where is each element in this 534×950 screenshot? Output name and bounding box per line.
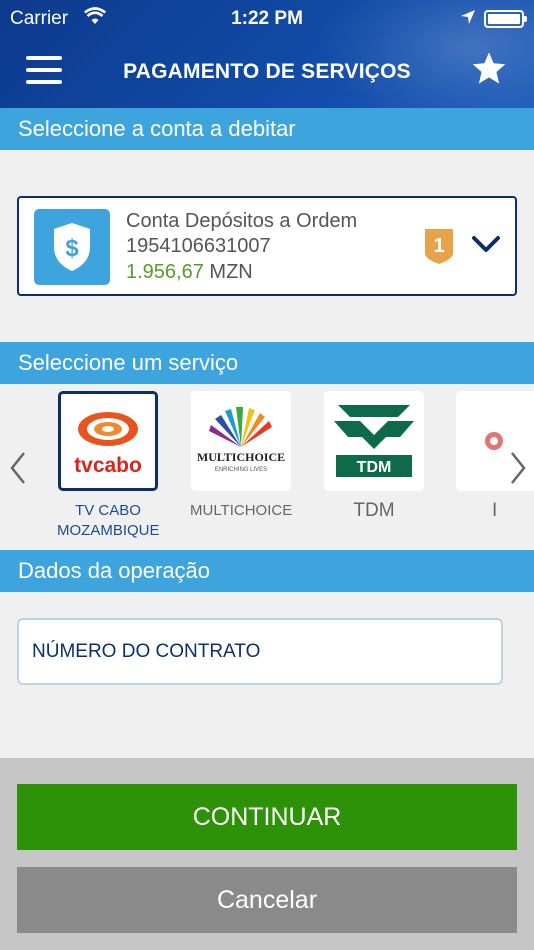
- contract-number-input[interactable]: NÚMERO DO CONTRATO: [17, 618, 503, 685]
- page-title: PAGAMENTO DE SERVIÇOS: [123, 60, 411, 83]
- battery-icon: [484, 10, 527, 28]
- chevron-left-icon: [10, 452, 25, 484]
- tvcabo-logo-text: tvcabo: [74, 454, 142, 477]
- service-label: TV CABO MOZAMBIQUE: [57, 502, 160, 539]
- service-label: TDM: [353, 500, 395, 521]
- status-time: 1:22 PM: [231, 8, 303, 29]
- status-bar: Carrier 1:22 PM: [0, 0, 534, 38]
- service-tvcabo[interactable]: tvcabo TV CABO MOZAMBIQUE: [57, 391, 160, 541]
- account-badge-value: 1: [433, 235, 444, 257]
- carousel-prev-button[interactable]: [8, 450, 28, 486]
- chevron-right-icon: [511, 452, 526, 484]
- account-selector[interactable]: $ Conta Depósitos a Ordem 1954106631007 …: [17, 196, 517, 296]
- section-operation-header: Dados da operação: [0, 550, 534, 592]
- service-multichoice[interactable]: MULTICHOICE ENRICHING LIVES MULTICHOICE: [190, 391, 292, 521]
- chevron-down-icon: [471, 234, 501, 256]
- cancel-button[interactable]: Cancelar: [17, 867, 517, 933]
- multichoice-logo-text: MULTICHOICE: [197, 450, 285, 464]
- service-label: I: [492, 500, 498, 521]
- favorite-button[interactable]: [470, 50, 508, 88]
- tdm-logo: TDM: [324, 391, 424, 491]
- account-number: 1954106631007: [126, 235, 271, 257]
- service-label: MULTICHOICE: [190, 502, 293, 519]
- balance-currency: MZN: [209, 261, 253, 283]
- shield-dollar-icon: $: [34, 209, 110, 285]
- account-name: Conta Depósitos a Ordem: [126, 210, 358, 232]
- star-icon: [472, 52, 506, 84]
- balance-amount: 1.956,67: [126, 261, 204, 283]
- location-arrow-icon: [460, 9, 476, 31]
- section-service-header: Seleccione um serviço: [0, 342, 534, 384]
- multichoice-logo-subtext: ENRICHING LIVES: [215, 467, 267, 473]
- app-header: Carrier 1:22 PM PAGAMENTO DE SERVIÇOS: [0, 0, 534, 108]
- tdm-logo-text: TDM: [357, 459, 392, 476]
- svg-text:$: $: [65, 235, 79, 262]
- multichoice-logo: MULTICHOICE ENRICHING LIVES: [191, 391, 291, 491]
- service-tdm[interactable]: TDM TDM: [323, 391, 425, 521]
- service-carousel: tvcabo TV CABO MOZAMBIQUE MULTICHOICE ENR…: [0, 384, 534, 550]
- account-badge: 1: [423, 227, 455, 265]
- section-account-header: Seleccione a conta a debitar: [0, 108, 534, 150]
- tvcabo-logo: tvcabo: [58, 391, 158, 491]
- account-balance: 1.956,67 MZN: [126, 261, 253, 284]
- continue-button[interactable]: CONTINUAR: [17, 784, 517, 850]
- carousel-next-button[interactable]: [508, 450, 528, 486]
